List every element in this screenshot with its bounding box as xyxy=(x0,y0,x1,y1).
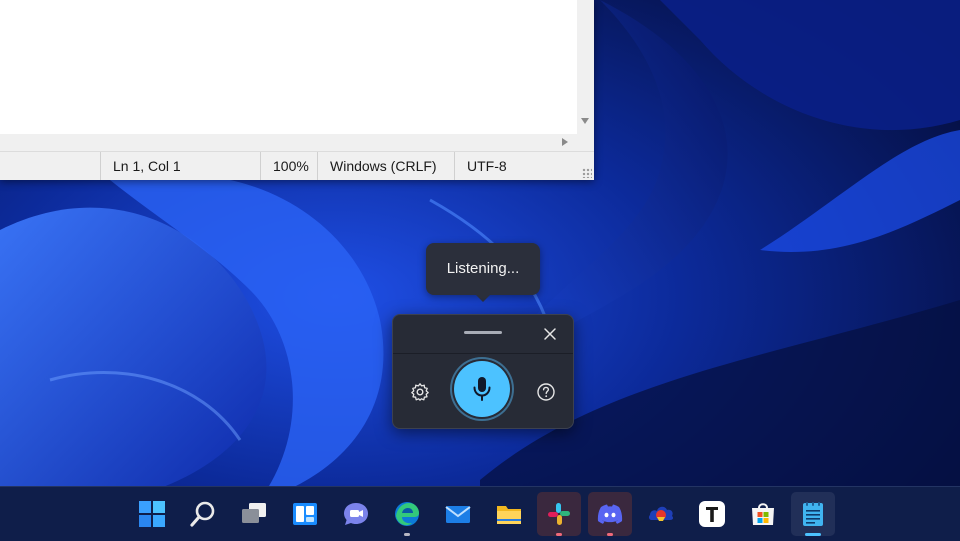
windows-logo-icon xyxy=(139,501,165,527)
notification-indicator xyxy=(607,533,613,536)
encoding: UTF-8 xyxy=(454,152,594,180)
app-button[interactable] xyxy=(639,492,683,536)
edge-icon xyxy=(395,502,419,526)
store-icon xyxy=(752,503,774,525)
scroll-down-arrow-icon[interactable] xyxy=(581,118,589,124)
widgets-icon xyxy=(293,503,317,525)
cursor-position: Ln 1, Col 1 xyxy=(100,152,260,180)
notepad-button[interactable] xyxy=(791,492,835,536)
vertical-scrollbar[interactable] xyxy=(577,0,594,134)
active-indicator xyxy=(805,533,821,536)
text-editor-area[interactable] xyxy=(0,0,577,134)
discord-icon xyxy=(597,504,623,524)
chat-button[interactable] xyxy=(334,492,378,536)
widgets-button[interactable] xyxy=(283,492,327,536)
close-icon[interactable] xyxy=(541,325,559,343)
start-button[interactable] xyxy=(130,492,174,536)
typora-icon xyxy=(699,501,725,527)
mail-button[interactable] xyxy=(436,492,480,536)
scroll-right-arrow-icon[interactable] xyxy=(562,138,568,146)
search-icon xyxy=(190,501,215,527)
tooltip-text: Listening... xyxy=(446,260,520,277)
typora-button[interactable] xyxy=(690,492,734,536)
cloud-app-icon xyxy=(648,506,674,521)
teams-chat-icon xyxy=(344,503,368,525)
notepad-icon xyxy=(803,502,823,526)
status-bar: Ln 1, Col 1 100% Windows (CRLF) UTF-8 xyxy=(0,151,594,180)
task-view-icon xyxy=(242,503,266,523)
help-icon[interactable] xyxy=(536,382,556,402)
tooltip-tail xyxy=(475,294,491,302)
microphone-icon xyxy=(473,377,491,401)
scrollbar-corner xyxy=(577,134,594,151)
listening-tooltip: Listening... xyxy=(426,243,540,302)
edge-button[interactable] xyxy=(385,492,429,536)
slack-button[interactable] xyxy=(537,492,581,536)
voice-typing-panel xyxy=(392,314,574,429)
folder-icon xyxy=(497,506,521,524)
zoom-level: 100% xyxy=(260,152,317,180)
gear-icon[interactable] xyxy=(410,382,430,402)
discord-button[interactable] xyxy=(588,492,632,536)
file-explorer-button[interactable] xyxy=(487,492,531,536)
microphone-button[interactable] xyxy=(454,361,510,417)
store-button[interactable] xyxy=(741,492,785,536)
line-ending: Windows (CRLF) xyxy=(317,152,454,180)
slack-icon xyxy=(548,503,570,525)
horizontal-scrollbar[interactable] xyxy=(0,134,577,151)
resize-grip-icon[interactable] xyxy=(582,168,592,178)
search-button[interactable] xyxy=(181,492,225,536)
running-indicator xyxy=(404,533,410,536)
mail-icon xyxy=(445,506,471,523)
notepad-window: Ln 1, Col 1 100% Windows (CRLF) UTF-8 xyxy=(0,0,594,180)
notification-indicator xyxy=(556,533,562,536)
drag-handle-icon[interactable] xyxy=(464,331,502,334)
voice-typing-titlebar[interactable] xyxy=(393,315,573,354)
taskbar xyxy=(0,486,960,541)
task-view-button[interactable] xyxy=(232,492,276,536)
